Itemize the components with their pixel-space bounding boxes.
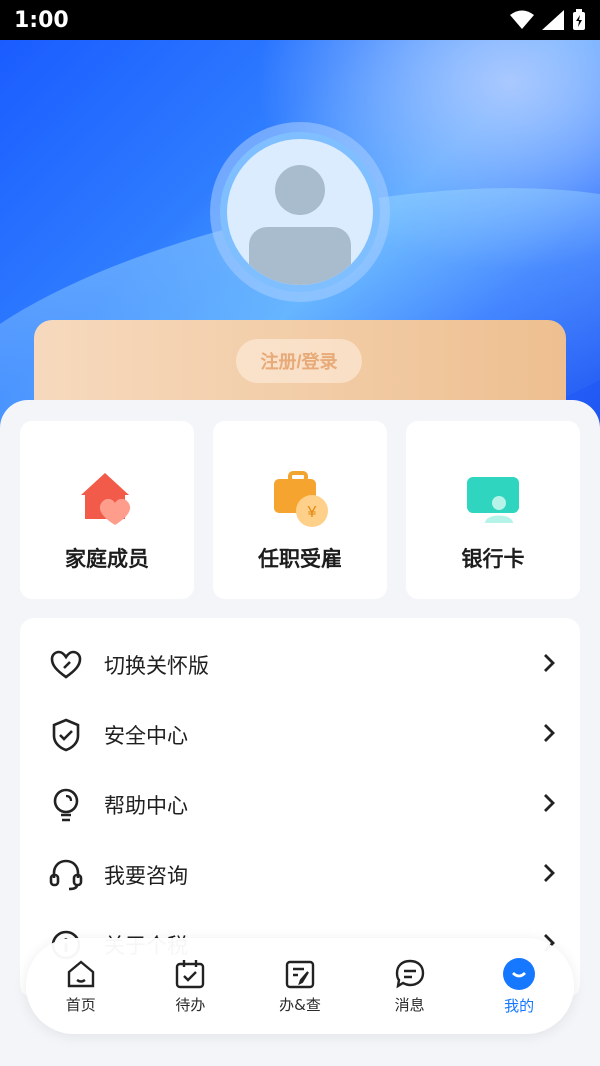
calendar-check-icon (176, 959, 205, 988)
shield-check-icon (48, 717, 84, 753)
nav-handle-query[interactable]: 办&查 (245, 938, 355, 1034)
status-bar: 1:00 (0, 0, 600, 40)
heart-icon (48, 647, 84, 683)
menu-label: 我要咨询 (104, 864, 188, 888)
menu-label: 帮助中心 (104, 794, 188, 818)
menu-item-security-center[interactable]: 安全中心 (20, 700, 580, 770)
nav-label: 待办 (175, 995, 206, 1014)
nav-label: 办&查 (279, 995, 321, 1014)
bank-card-card[interactable]: 银行卡 (406, 421, 580, 599)
chat-bubble-icon (395, 959, 424, 988)
avatar[interactable] (227, 139, 373, 285)
bank-card-icon (461, 469, 525, 529)
nav-messages[interactable]: 消息 (355, 938, 465, 1034)
avatar-head-icon (275, 165, 325, 215)
employment-briefcase-icon: ¥ (268, 469, 332, 529)
bottom-nav: 首页 待办 办&查 消息 我的 (26, 938, 574, 1034)
svg-text:¥: ¥ (307, 504, 317, 521)
status-time: 1:00 (14, 7, 69, 33)
quick-label: 家庭成员 (65, 547, 149, 571)
battery-icon (573, 9, 585, 30)
document-search-icon (285, 960, 315, 988)
family-members-card[interactable]: 家庭成员 (20, 421, 194, 599)
nav-label: 消息 (394, 995, 425, 1014)
nav-mine[interactable]: 我的 (464, 938, 574, 1034)
signal-icon (542, 10, 564, 30)
menu-item-consult[interactable]: 我要咨询 (20, 840, 580, 910)
smile-icon (503, 957, 536, 990)
menu-item-help-center[interactable]: 帮助中心 (20, 770, 580, 840)
wifi-icon (510, 10, 534, 29)
family-house-heart-icon (75, 469, 139, 529)
employment-card[interactable]: ¥ 任职受雇 (213, 421, 387, 599)
home-icon (67, 959, 94, 987)
lightbulb-icon (48, 787, 84, 823)
menu-item-care-mode[interactable]: 切换关怀版 (20, 630, 580, 700)
nav-label: 我的 (504, 996, 535, 1015)
nav-todo[interactable]: 待办 (136, 938, 246, 1034)
chevron-right-icon (544, 724, 555, 742)
headset-icon (48, 857, 84, 893)
nav-label: 首页 (65, 995, 96, 1014)
chevron-right-icon (544, 864, 555, 882)
avatar-ring[interactable] (210, 122, 390, 302)
menu-label: 安全中心 (104, 724, 188, 748)
avatar-body-icon (249, 227, 351, 285)
register-login-button[interactable]: 注册/登录 (236, 339, 362, 383)
chevron-right-icon (544, 654, 555, 672)
chevron-right-icon (544, 794, 555, 812)
nav-home[interactable]: 首页 (26, 938, 136, 1034)
menu-label: 切换关怀版 (104, 654, 209, 678)
quick-label: 银行卡 (461, 547, 525, 571)
quick-label: 任职受雇 (258, 547, 342, 571)
status-icons (510, 9, 586, 31)
